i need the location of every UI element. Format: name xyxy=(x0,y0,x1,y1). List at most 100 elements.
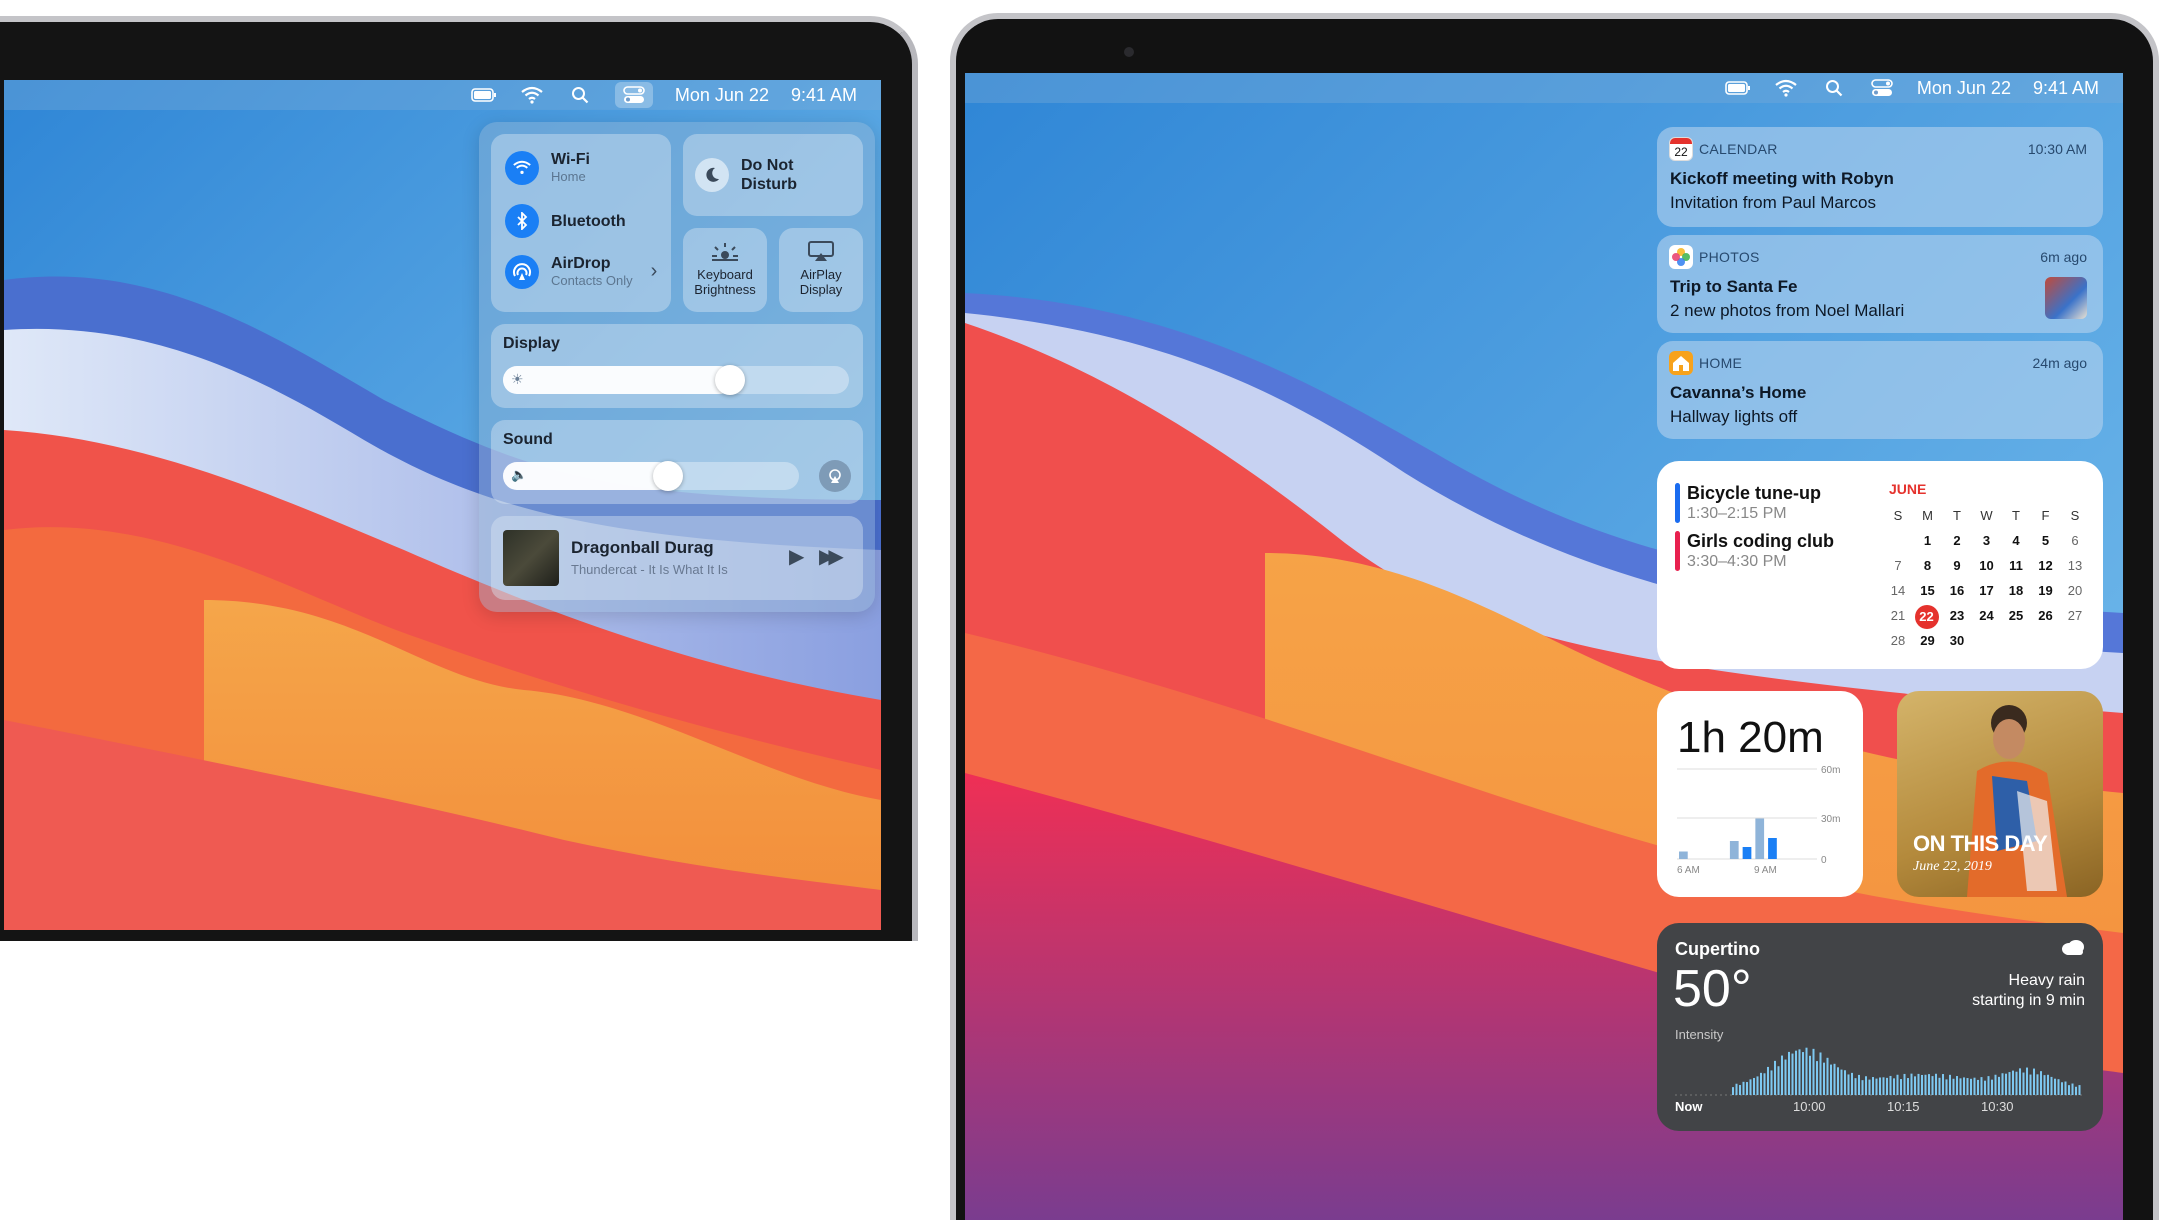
usage-bar xyxy=(1729,841,1739,859)
wifi-icon[interactable] xyxy=(1773,77,1799,99)
connectivity-tile: Wi-Fi Home Bluetooth AirDrop Contacts Only… xyxy=(491,134,671,312)
sun-icon: ☀ xyxy=(511,371,524,387)
search-icon[interactable] xyxy=(1821,77,1847,99)
event-color-bar xyxy=(1675,531,1680,571)
weekday-label: S xyxy=(1893,508,1903,523)
calendar-day[interactable]: 26 xyxy=(2033,605,2059,627)
calendar-day[interactable]: 25 xyxy=(2003,605,2029,627)
dnd-label-line2: Disturb xyxy=(741,176,797,193)
calendar-day[interactable]: 24 xyxy=(1974,605,2000,627)
display-slider-fill xyxy=(503,366,733,394)
fast-forward-icon[interactable]: ▶▶ xyxy=(819,544,844,569)
play-icon[interactable]: ▶ xyxy=(789,544,804,569)
menubar-date[interactable]: Mon Jun 22 xyxy=(675,85,769,106)
wifi-toggle[interactable]: Wi-Fi Home xyxy=(505,150,590,185)
calendar-day[interactable]: 16 xyxy=(1944,580,1970,602)
calendar-month: JUNE xyxy=(1889,481,1927,497)
calendar-day[interactable]: 10 xyxy=(1974,555,2000,577)
bluetooth-toggle[interactable]: Bluetooth xyxy=(505,204,626,238)
menubar-date[interactable]: Mon Jun 22 xyxy=(1917,78,2011,99)
menubar-time[interactable]: 9:41 AM xyxy=(2033,78,2099,99)
calendar-day[interactable]: 7 xyxy=(1885,555,1911,577)
calendar-day[interactable]: 8 xyxy=(1915,555,1941,577)
calendar-day[interactable]: 9 xyxy=(1944,555,1970,577)
keyboard-brightness-icon xyxy=(712,243,738,261)
event-time: 3:30–4:30 PM xyxy=(1687,553,1787,570)
calendar-day[interactable]: 29 xyxy=(1915,630,1941,652)
bluetooth-label: Bluetooth xyxy=(551,212,626,230)
weather-x-label: 10:00 xyxy=(1793,1099,1826,1114)
memory-title: ON THIS DAY xyxy=(1913,831,2048,856)
battery-icon[interactable] xyxy=(1725,77,1751,99)
chevron-right-icon[interactable]: › xyxy=(651,260,658,283)
notification-photos[interactable]: PHOTOS 6m ago Trip to Santa Fe 2 new pho… xyxy=(1657,235,2103,333)
calendar-day[interactable]: 20 xyxy=(2062,580,2088,602)
calendar-day[interactable]: 30 xyxy=(1944,630,1970,652)
calendar-day[interactable]: 27 xyxy=(2062,605,2088,627)
calendar-day[interactable]: 1 xyxy=(1915,530,1941,552)
notification-calendar[interactable]: 22 CALENDAR 10:30 AM Kickoff meeting wit… xyxy=(1657,127,2103,227)
calendar-day[interactable]: 23 xyxy=(1944,605,1970,627)
x-tick-label: 9 AM xyxy=(1754,865,1777,876)
volume-slider[interactable]: 🔈 xyxy=(503,461,799,491)
keyboard-label-line1: Keyboard xyxy=(697,267,753,282)
calendar-day[interactable]: 14 xyxy=(1885,580,1911,602)
weekday-label: F xyxy=(2041,508,2050,523)
keyboard-brightness-tile[interactable]: Keyboard Brightness xyxy=(683,228,767,312)
display-slider-knob[interactable] xyxy=(715,365,745,395)
calendar-day[interactable]: 18 xyxy=(2003,580,2029,602)
calendar-day[interactable]: 17 xyxy=(1974,580,2000,602)
sound-tile: Sound 🔈 xyxy=(491,420,863,504)
display-brightness-slider[interactable]: ☀ xyxy=(503,365,849,395)
airplay-display-tile[interactable]: AirPlay Display xyxy=(779,228,863,312)
screen-time-widget[interactable]: 1h 20m 60m 30m 0 6 AM 9 AM xyxy=(1657,691,1863,897)
weekday-label: T xyxy=(1953,508,1961,523)
calendar-day[interactable]: 15 xyxy=(1915,580,1941,602)
search-icon[interactable] xyxy=(567,84,593,106)
volume-slider-knob[interactable] xyxy=(653,461,683,491)
dnd-tile[interactable]: Do Not Disturb xyxy=(683,134,863,216)
wifi-icon[interactable] xyxy=(519,84,545,106)
right-screen: Mon Jun 22 9:41 AM 22 CALENDAR 10:30 AM … xyxy=(965,73,2123,1220)
calendar-day[interactable]: 3 xyxy=(1974,530,2000,552)
calendar-today[interactable]: 22 xyxy=(1914,605,1939,629)
calendar-day[interactable]: 13 xyxy=(2062,555,2088,577)
calendar-day[interactable]: 11 xyxy=(2003,555,2029,577)
notification-title: Trip to Santa Fe xyxy=(1670,277,1798,296)
calendar-day[interactable]: 12 xyxy=(2033,555,2059,577)
control-center-icon[interactable] xyxy=(1869,77,1895,99)
airdrop-icon xyxy=(505,254,539,289)
left-screen: Mon Jun 22 9:41 AM Wi-FiHome Bluetooth xyxy=(4,80,881,930)
calendar-day[interactable]: 6 xyxy=(2062,530,2088,552)
usage-bar xyxy=(1742,847,1752,859)
notification-app: HOME xyxy=(1699,355,1743,371)
calendar-day[interactable]: 19 xyxy=(2033,580,2059,602)
photo-memory-widget[interactable]: ON THIS DAY June 22, 2019 xyxy=(1897,691,2103,897)
album-art[interactable] xyxy=(503,530,559,586)
calendar-day[interactable]: 28 xyxy=(1885,630,1911,652)
photo-thumbnail[interactable] xyxy=(2045,277,2087,319)
airplay-audio-icon[interactable] xyxy=(819,460,851,492)
airdrop-status: Contacts Only xyxy=(551,273,633,288)
screen-time-chart: 60m 30m 0 6 AM 9 AM xyxy=(1677,765,1840,876)
speaker-icon: 🔈 xyxy=(511,467,528,482)
event-title[interactable]: Bicycle tune-up xyxy=(1687,483,1821,504)
notification-app: CALENDAR xyxy=(1699,141,1778,157)
calendar-day[interactable]: 21 xyxy=(1885,605,1911,627)
airdrop-toggle[interactable]: AirDrop Contacts Only › xyxy=(505,254,657,289)
calendar-day[interactable]: 4 xyxy=(2003,530,2029,552)
notification-home[interactable]: HOME 24m ago Cavanna’s Home Hallway ligh… xyxy=(1657,341,2103,439)
calendar-day[interactable]: 2 xyxy=(1944,530,1970,552)
event-title[interactable]: Girls coding club xyxy=(1687,531,1834,552)
dnd-label-line1: Do Not xyxy=(741,157,794,174)
event-time: 1:30–2:15 PM xyxy=(1687,505,1787,522)
calendar-day[interactable]: 5 xyxy=(2033,530,2059,552)
weather-widget[interactable]: Cupertino 50° Heavy rain starting in 9 m… xyxy=(1657,923,2103,1131)
battery-icon[interactable] xyxy=(471,84,497,106)
airplay-label-line2: Display xyxy=(799,282,843,297)
volume-slider-fill xyxy=(503,462,671,490)
calendar-widget[interactable]: Bicycle tune-up 1:30–2:15 PM Girls codin… xyxy=(1657,461,2103,669)
notification-time: 10:30 AM xyxy=(2027,141,2087,157)
control-center-icon[interactable] xyxy=(614,82,653,108)
menubar-time[interactable]: 9:41 AM xyxy=(791,85,857,106)
